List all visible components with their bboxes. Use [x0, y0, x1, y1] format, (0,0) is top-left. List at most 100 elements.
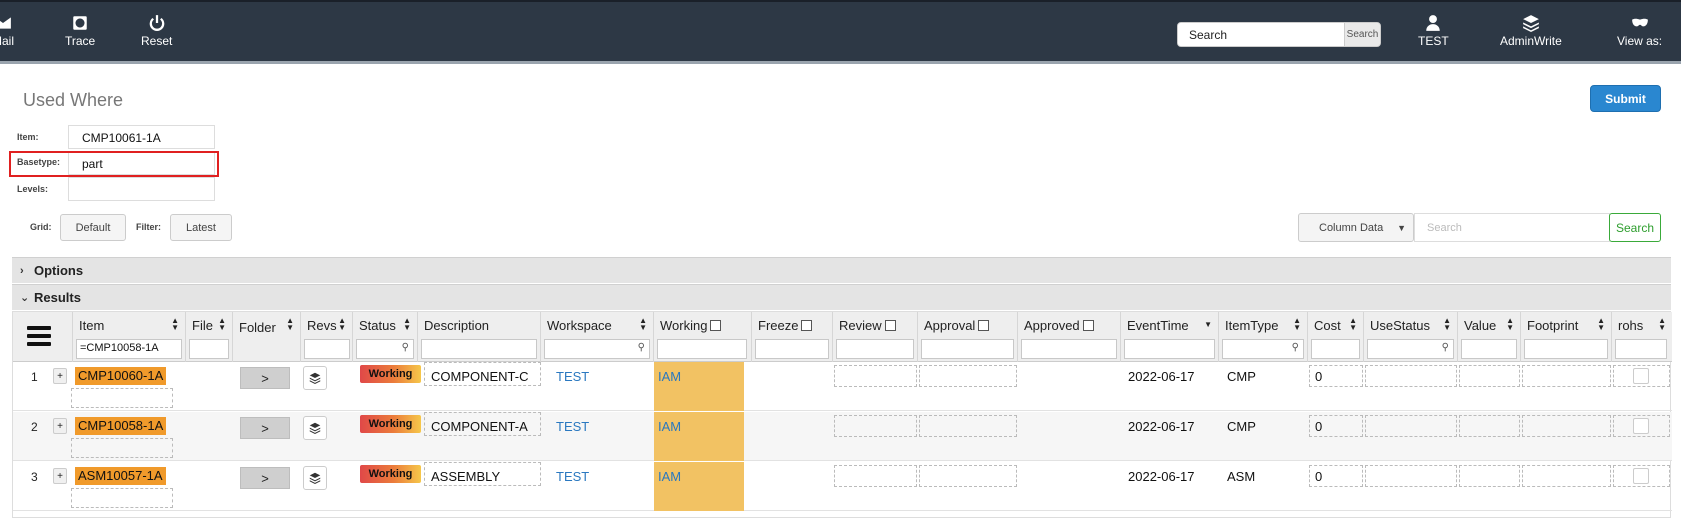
col-file-filter[interactable] — [189, 339, 229, 359]
col-approval[interactable]: Approval — [918, 312, 1018, 362]
expand-row-button[interactable]: + — [53, 368, 67, 384]
col-workspace-filter[interactable]: ⚲ — [544, 339, 650, 359]
folder-button[interactable]: > — [240, 467, 290, 489]
column-data-select[interactable]: Column Data ▼ — [1298, 213, 1414, 242]
col-revs-filter[interactable] — [304, 339, 350, 359]
folder-button[interactable]: > — [240, 367, 290, 389]
nav-user-button[interactable]: TEST — [1418, 12, 1449, 48]
nav-trace-button[interactable]: Trace — [65, 12, 95, 48]
item-link[interactable]: CMP10060-1A — [75, 367, 167, 385]
workspace-link[interactable]: TEST — [556, 469, 589, 484]
sort-icon[interactable]: ▲ ▼ — [639, 317, 647, 332]
revs-button[interactable] — [303, 366, 327, 390]
col-review-label: Review — [839, 318, 882, 333]
working-link[interactable]: IAM — [658, 469, 681, 484]
col-approval-filter[interactable] — [921, 339, 1014, 359]
sort-icon[interactable]: ▲ ▼ — [1349, 317, 1357, 332]
col-working[interactable]: Working — [654, 312, 752, 362]
table-row[interactable]: 3 + ASM10057-1A > Working ASSEMBLY TEST … — [13, 462, 1672, 511]
item-link[interactable]: ASM10057-1A — [75, 467, 166, 485]
col-freeze-checkbox[interactable] — [801, 320, 813, 331]
expand-row-button[interactable]: + — [53, 468, 67, 484]
sort-icon[interactable]: ▲ ▼ — [1506, 317, 1514, 332]
sort-icon[interactable]: ▲ ▼ — [171, 317, 179, 332]
rohs-checkbox[interactable] — [1633, 468, 1649, 484]
expand-row-button[interactable]: + — [53, 418, 67, 434]
submit-button[interactable]: Submit — [1590, 85, 1661, 112]
col-review-checkbox[interactable] — [884, 320, 896, 331]
col-status-filter[interactable]: ⚲ — [356, 339, 414, 359]
item-field[interactable]: CMP10061-1A — [68, 125, 215, 149]
revs-button[interactable] — [303, 416, 327, 440]
table-row[interactable]: 1 + CMP10060-1A > Working COMPONENT-C TE… — [13, 362, 1672, 411]
nav-reset-button[interactable]: Reset — [141, 12, 172, 48]
col-approved[interactable]: Approved — [1018, 312, 1121, 362]
sort-icon[interactable]: ▲ ▼ — [403, 317, 411, 332]
col-approved-filter[interactable] — [1021, 339, 1117, 359]
levels-field[interactable] — [68, 177, 215, 201]
table-row[interactable]: 2 + CMP10058-1A > Working COMPONENT-A TE… — [13, 412, 1672, 461]
col-description[interactable]: Description — [418, 312, 541, 362]
col-review[interactable]: Review — [833, 312, 918, 362]
col-status[interactable]: Status ▲ ▼ ⚲ — [353, 312, 418, 362]
revs-button[interactable] — [303, 466, 327, 490]
sort-desc-icon[interactable]: ▼ — [1204, 321, 1212, 329]
column-search-button[interactable]: Search — [1609, 213, 1661, 242]
col-approval-checkbox[interactable] — [978, 320, 990, 331]
col-folder[interactable]: Folder ▲ ▼ — [233, 312, 301, 362]
sort-icon[interactable]: ▲ ▼ — [218, 317, 226, 332]
col-working-checkbox[interactable] — [710, 320, 722, 331]
col-itemtype-filter[interactable]: ⚲ — [1222, 339, 1304, 359]
rohs-checkbox[interactable] — [1633, 368, 1649, 384]
row-number: 3 — [31, 470, 38, 484]
col-value[interactable]: Value ▲ ▼ — [1458, 312, 1521, 362]
col-footprint[interactable]: Footprint ▲ ▼ — [1521, 312, 1612, 362]
nav-mail-button[interactable]: Mail — [0, 12, 14, 48]
working-link[interactable]: IAM — [658, 369, 681, 384]
results-section-header[interactable]: ⌄ Results — [12, 284, 1671, 310]
sort-icon[interactable]: ▲ ▼ — [338, 317, 346, 332]
col-revs[interactable]: Revs ▲ ▼ — [301, 312, 353, 362]
col-eventtime-filter[interactable] — [1124, 339, 1215, 359]
col-footprint-filter[interactable] — [1524, 339, 1608, 359]
col-rohs-filter[interactable] — [1615, 339, 1667, 359]
col-usestatus[interactable]: UseStatus ▲ ▼ ⚲ — [1364, 312, 1458, 362]
filter-select-button[interactable]: Latest — [170, 214, 232, 241]
col-approved-checkbox[interactable] — [1082, 320, 1094, 331]
workspace-link[interactable]: TEST — [556, 369, 589, 384]
col-cost-filter[interactable] — [1311, 339, 1360, 359]
rohs-checkbox[interactable] — [1633, 418, 1649, 434]
col-item[interactable]: Item ▲ ▼ =CMP10058-1A — [73, 312, 186, 362]
col-cost[interactable]: Cost ▲ ▼ — [1308, 312, 1364, 362]
global-search-button[interactable]: Search — [1344, 23, 1380, 46]
col-itemtype[interactable]: ItemType ▲ ▼ ⚲ — [1219, 312, 1308, 362]
sort-icon[interactable]: ▲ ▼ — [1597, 317, 1605, 332]
col-eventtime[interactable]: EventTime ▼ — [1121, 312, 1219, 362]
column-search-input[interactable]: Search — [1414, 213, 1610, 242]
col-freeze[interactable]: Freeze — [752, 312, 833, 362]
menu-icon[interactable] — [27, 326, 51, 350]
sort-icon[interactable]: ▲ ▼ — [1443, 317, 1451, 332]
col-workspace[interactable]: Workspace ▲ ▼ ⚲ — [541, 312, 654, 362]
col-description-filter[interactable] — [421, 339, 537, 359]
working-link[interactable]: IAM — [658, 419, 681, 434]
col-review-filter[interactable] — [836, 339, 914, 359]
options-section-header[interactable]: › Options — [12, 257, 1671, 283]
grid-select-button[interactable]: Default — [60, 214, 126, 241]
col-freeze-filter[interactable] — [755, 339, 829, 359]
col-usestatus-filter[interactable]: ⚲ — [1367, 339, 1454, 359]
col-working-filter[interactable] — [657, 339, 747, 359]
folder-button[interactable]: > — [240, 417, 290, 439]
col-item-filter[interactable]: =CMP10058-1A — [76, 339, 182, 359]
col-rohs[interactable]: rohs ▲ ▼ — [1612, 312, 1672, 362]
nav-viewas-button[interactable]: View as: — [1617, 12, 1662, 48]
sort-icon[interactable]: ▲ ▼ — [1658, 317, 1666, 332]
sort-icon[interactable]: ▲ ▼ — [286, 317, 294, 332]
col-file[interactable]: File ▲ ▼ — [186, 312, 233, 362]
col-value-filter[interactable] — [1461, 339, 1517, 359]
global-search-input[interactable] — [1178, 23, 1344, 46]
item-link[interactable]: CMP10058-1A — [75, 417, 167, 435]
nav-role-button[interactable]: AdminWrite — [1500, 12, 1562, 48]
sort-icon[interactable]: ▲ ▼ — [1293, 317, 1301, 332]
workspace-link[interactable]: TEST — [556, 419, 589, 434]
